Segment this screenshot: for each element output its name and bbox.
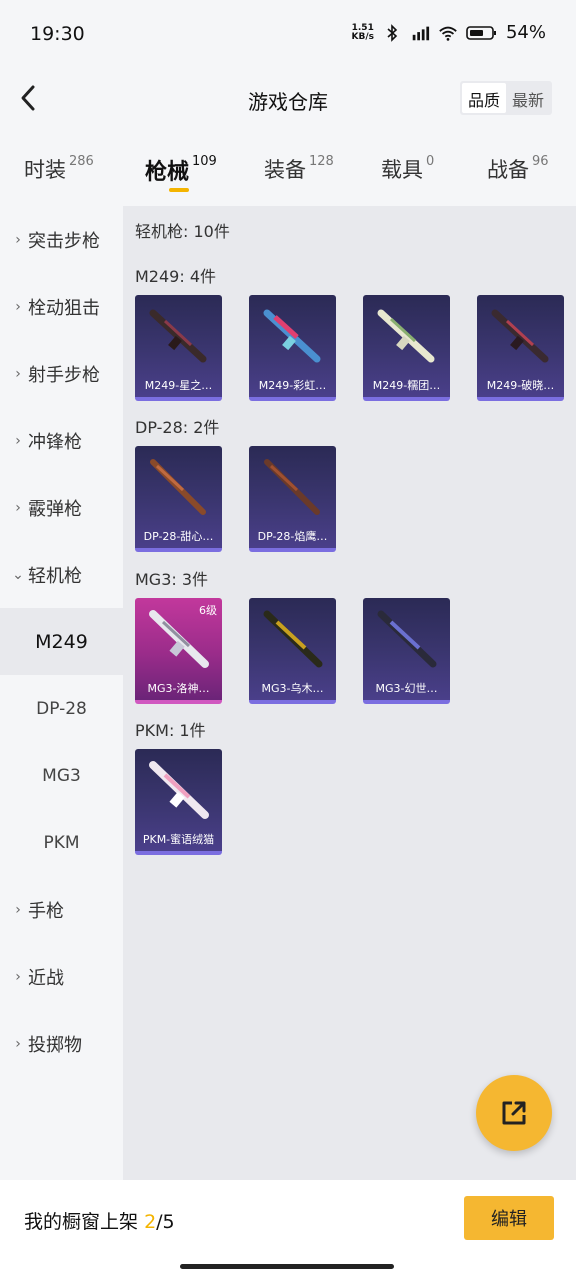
battery-icon	[466, 23, 498, 43]
active-tab-indicator	[169, 188, 189, 192]
lmg-skin-image	[263, 309, 321, 363]
sidebar-item-marksman-rifle[interactable]: › 射手步枪	[0, 340, 123, 407]
tab-firearms[interactable]: 枪械 109	[145, 154, 217, 186]
tab-fashion[interactable]: 时装 286	[24, 154, 94, 184]
weapon-type-sidebar: › 突击步枪 › 栓动狙击 › 射手步枪 › 冲锋枪 › 霰弹枪 ⌄ 轻机枪 M…	[0, 206, 123, 1180]
sidebar-item-assault-rifle[interactable]: › 突击步枪	[0, 206, 123, 273]
sort-latest-button[interactable]: 最新	[506, 83, 550, 113]
category-tabs: 时装 286 枪械 109 装备 128 载具 0 战备 96	[0, 140, 576, 200]
lmg-summary: 轻机枪: 10件	[135, 222, 230, 241]
weapon-card[interactable]: M249-破晓…	[477, 295, 564, 401]
sidebar-item-shotgun[interactable]: › 霰弹枪	[0, 474, 123, 541]
lmg-skin-image	[377, 610, 437, 668]
sidebar-item-lmg[interactable]: ⌄ 轻机枪	[0, 541, 123, 608]
lmg-skin-image	[491, 309, 549, 363]
chevron-right-icon: ›	[15, 231, 21, 248]
bluetooth-icon	[382, 23, 402, 43]
lmg-skin-image	[264, 459, 320, 515]
chevron-right-icon: ›	[15, 432, 21, 449]
bottom-bar: 我的橱窗上架 2/5 编辑	[0, 1180, 576, 1280]
status-bar: 19:30 1.51 KB/s 54%	[0, 0, 576, 70]
weapon-card[interactable]: M249-星之…	[135, 295, 222, 401]
sidebar-subitem-m249[interactable]: M249	[0, 608, 123, 675]
chevron-right-icon: ›	[15, 298, 21, 315]
tab-supplies[interactable]: 战备 96	[487, 154, 549, 184]
chevron-right-icon: ›	[15, 968, 21, 985]
sidebar-subitem-pkm[interactable]: PKM	[0, 809, 123, 876]
sidebar-item-throwable[interactable]: › 投掷物	[0, 1010, 123, 1077]
showcase-status: 我的橱窗上架 2/5	[24, 1211, 175, 1233]
sidebar-item-smg[interactable]: › 冲锋枪	[0, 407, 123, 474]
tab-vehicles[interactable]: 载具 0	[381, 154, 434, 184]
chevron-right-icon: ›	[15, 499, 21, 516]
weapon-card[interactable]: MG3-幻世…	[363, 598, 450, 704]
sort-toggle: 品质 最新	[459, 81, 552, 115]
edit-button[interactable]: 编辑	[464, 1196, 554, 1240]
showcase-current-count: 2	[144, 1211, 157, 1233]
header: 游戏仓库 品质 最新	[0, 70, 576, 130]
sidebar-item-pistol[interactable]: › 手枪	[0, 876, 123, 943]
sidebar-item-melee[interactable]: › 近战	[0, 943, 123, 1010]
weapon-card[interactable]: M249-彩虹…	[249, 295, 336, 401]
net-speed: 1.51 KB/s	[351, 22, 374, 42]
lmg-skin-image	[377, 309, 435, 363]
weapon-card[interactable]: PKM-蜜语绒猫	[135, 749, 222, 855]
battery-percent: 54%	[505, 22, 546, 43]
chevron-right-icon: ›	[15, 901, 21, 918]
chevron-right-icon: ›	[15, 1035, 21, 1052]
wifi-icon	[438, 23, 458, 43]
share-button[interactable]	[476, 1075, 552, 1151]
group-title-mg3: MG3: 3件	[135, 570, 209, 589]
home-indicator[interactable]	[180, 1264, 394, 1269]
status-indicators: 1.51 KB/s 54%	[352, 22, 547, 43]
tab-equipment[interactable]: 装备 128	[264, 154, 334, 184]
weapon-card[interactable]: 6级 MG3-洛神…	[135, 598, 222, 704]
sidebar-subitem-dp28[interactable]: DP-28	[0, 675, 123, 742]
share-export-icon	[502, 1101, 526, 1125]
weapon-card[interactable]: MG3-乌木…	[249, 598, 336, 704]
showcase-total-count: /5	[156, 1211, 175, 1233]
group-title-pkm: PKM: 1件	[135, 721, 206, 740]
group-title-m249: M249: 4件	[135, 267, 217, 286]
weapon-card[interactable]: DP-28-甜心…	[135, 446, 222, 552]
weapon-card[interactable]: DP-28-焰鹰…	[249, 446, 336, 552]
weapon-list: 轻机枪: 10件 M249: 4件 M249-星之… M249-彩虹… M249…	[123, 206, 576, 1180]
level-badge: 6级	[199, 604, 217, 617]
lmg-skin-image	[149, 309, 207, 363]
hd-signal-icon	[410, 23, 430, 43]
lmg-skin-image	[149, 761, 209, 819]
chevron-down-icon: ⌄	[12, 566, 24, 583]
lmg-skin-image	[150, 459, 206, 515]
lmg-skin-image	[263, 610, 323, 668]
group-title-dp28: DP-28: 2件	[135, 418, 220, 437]
chevron-right-icon: ›	[15, 365, 21, 382]
sidebar-item-bolt-sniper[interactable]: › 栓动狙击	[0, 273, 123, 340]
status-time: 19:30	[30, 23, 85, 45]
sidebar-subitem-mg3[interactable]: MG3	[0, 742, 123, 809]
weapon-card[interactable]: M249-糯团…	[363, 295, 450, 401]
sort-quality-button[interactable]: 品质	[461, 83, 506, 113]
